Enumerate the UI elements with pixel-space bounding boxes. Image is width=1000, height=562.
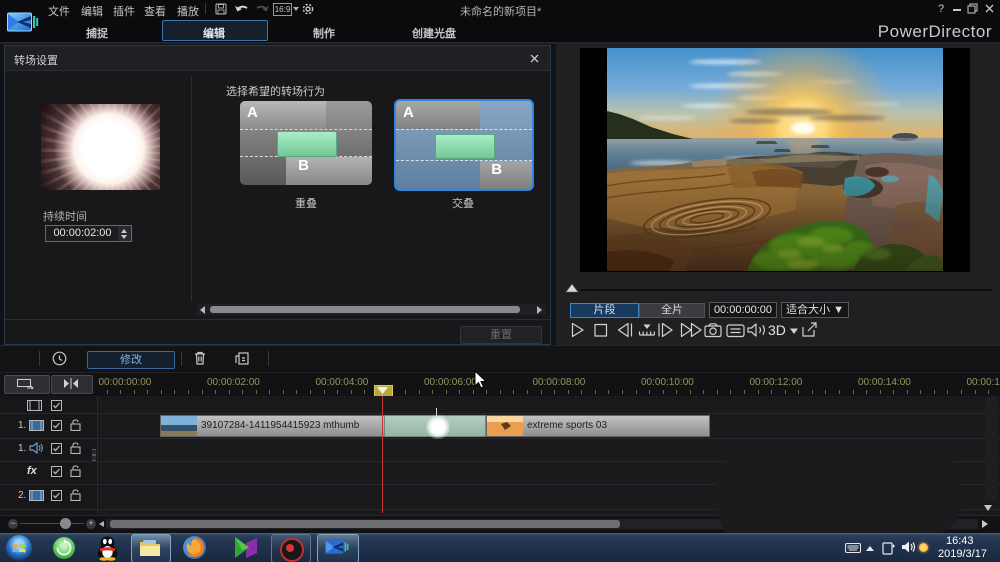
- svg-text:3D: 3D: [768, 322, 786, 338]
